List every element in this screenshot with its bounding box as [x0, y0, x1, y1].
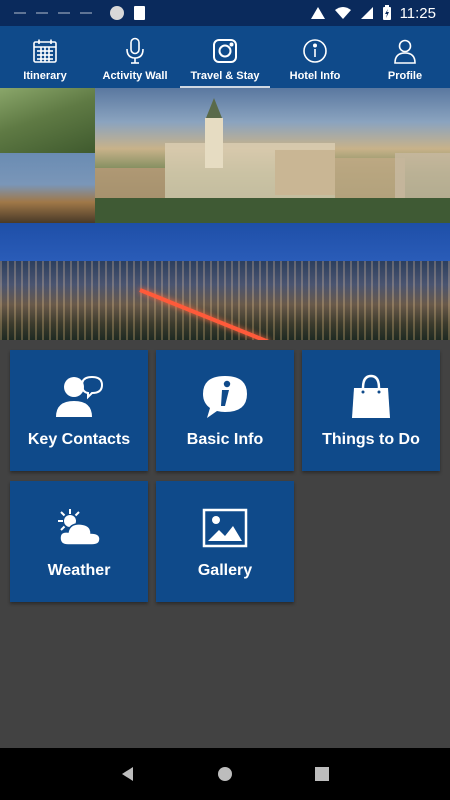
cityscape-photo: [95, 88, 450, 223]
tile-gallery[interactable]: Gallery: [156, 481, 294, 602]
tile-label: Things to Do: [322, 430, 420, 448]
info-icon: [302, 36, 328, 66]
cityscape-skyline: [95, 98, 450, 223]
info-bubble-icon: [201, 373, 249, 421]
signal-strength-icon: [310, 7, 325, 19]
blue-stripe: [0, 223, 450, 261]
tile-things-to-do[interactable]: Things to Do: [302, 350, 440, 471]
city-banner-image: [0, 88, 450, 340]
recents-square-icon: [314, 767, 329, 781]
microphone-icon: [124, 36, 146, 66]
tile-label: Weather: [47, 561, 111, 579]
notification-dot-icon: [110, 6, 124, 20]
status-left: [14, 6, 145, 20]
nav-label: Hotel Info: [289, 70, 341, 82]
tile-label: Gallery: [197, 561, 253, 579]
back-triangle-icon: [122, 767, 134, 781]
tile-label: Basic Info: [186, 430, 264, 448]
recents-button[interactable]: [307, 759, 337, 789]
notification-dash: [58, 12, 70, 14]
top-navigation: Itinerary Activity Wall Travel & Stay Ho…: [0, 26, 450, 88]
status-bar: 11:25: [0, 0, 450, 26]
nav-label: Profile: [387, 70, 423, 82]
nav-label: Travel & Stay: [190, 70, 260, 82]
shopping-bag-icon: [350, 373, 392, 421]
status-right: 11:25: [310, 5, 436, 22]
nav-item-hotel-info[interactable]: Hotel Info: [270, 26, 360, 88]
notification-dash: [36, 12, 48, 14]
calendar-icon: [32, 36, 58, 66]
tile-weather[interactable]: Weather: [10, 481, 148, 602]
notification-dash: [80, 12, 92, 14]
riverside-photo: [0, 153, 95, 223]
cellular-signal-icon: [360, 7, 373, 19]
weather-sun-cloud-icon: [54, 504, 104, 552]
home-button[interactable]: [210, 759, 240, 789]
nav-item-itinerary[interactable]: Itinerary: [0, 26, 90, 88]
image-gallery-icon: [202, 504, 248, 552]
notification-dash: [14, 12, 26, 14]
person-icon: [393, 36, 417, 66]
tile-basic-info[interactable]: Basic Info: [156, 350, 294, 471]
system-navigation-bar: [0, 748, 450, 800]
sd-card-icon: [134, 6, 145, 20]
camera-icon: [212, 36, 238, 66]
nav-label: Itinerary: [23, 70, 67, 82]
tile-label: Key Contacts: [27, 430, 131, 448]
battery-charging-icon: [382, 5, 391, 20]
nav-item-profile[interactable]: Profile: [360, 26, 450, 88]
wifi-icon: [334, 7, 351, 19]
nav-item-activity-wall[interactable]: Activity Wall: [90, 26, 180, 88]
nav-label: Activity Wall: [102, 70, 168, 82]
contact-person-icon: [54, 373, 104, 421]
nav-item-travel-stay[interactable]: Travel & Stay: [180, 26, 270, 88]
city-lights: [0, 261, 450, 340]
tile-key-contacts[interactable]: Key Contacts: [10, 350, 148, 471]
status-time: 11:25: [399, 4, 436, 22]
back-button[interactable]: [113, 759, 143, 789]
fortress-photo: [0, 88, 95, 153]
home-circle-icon: [217, 767, 232, 781]
